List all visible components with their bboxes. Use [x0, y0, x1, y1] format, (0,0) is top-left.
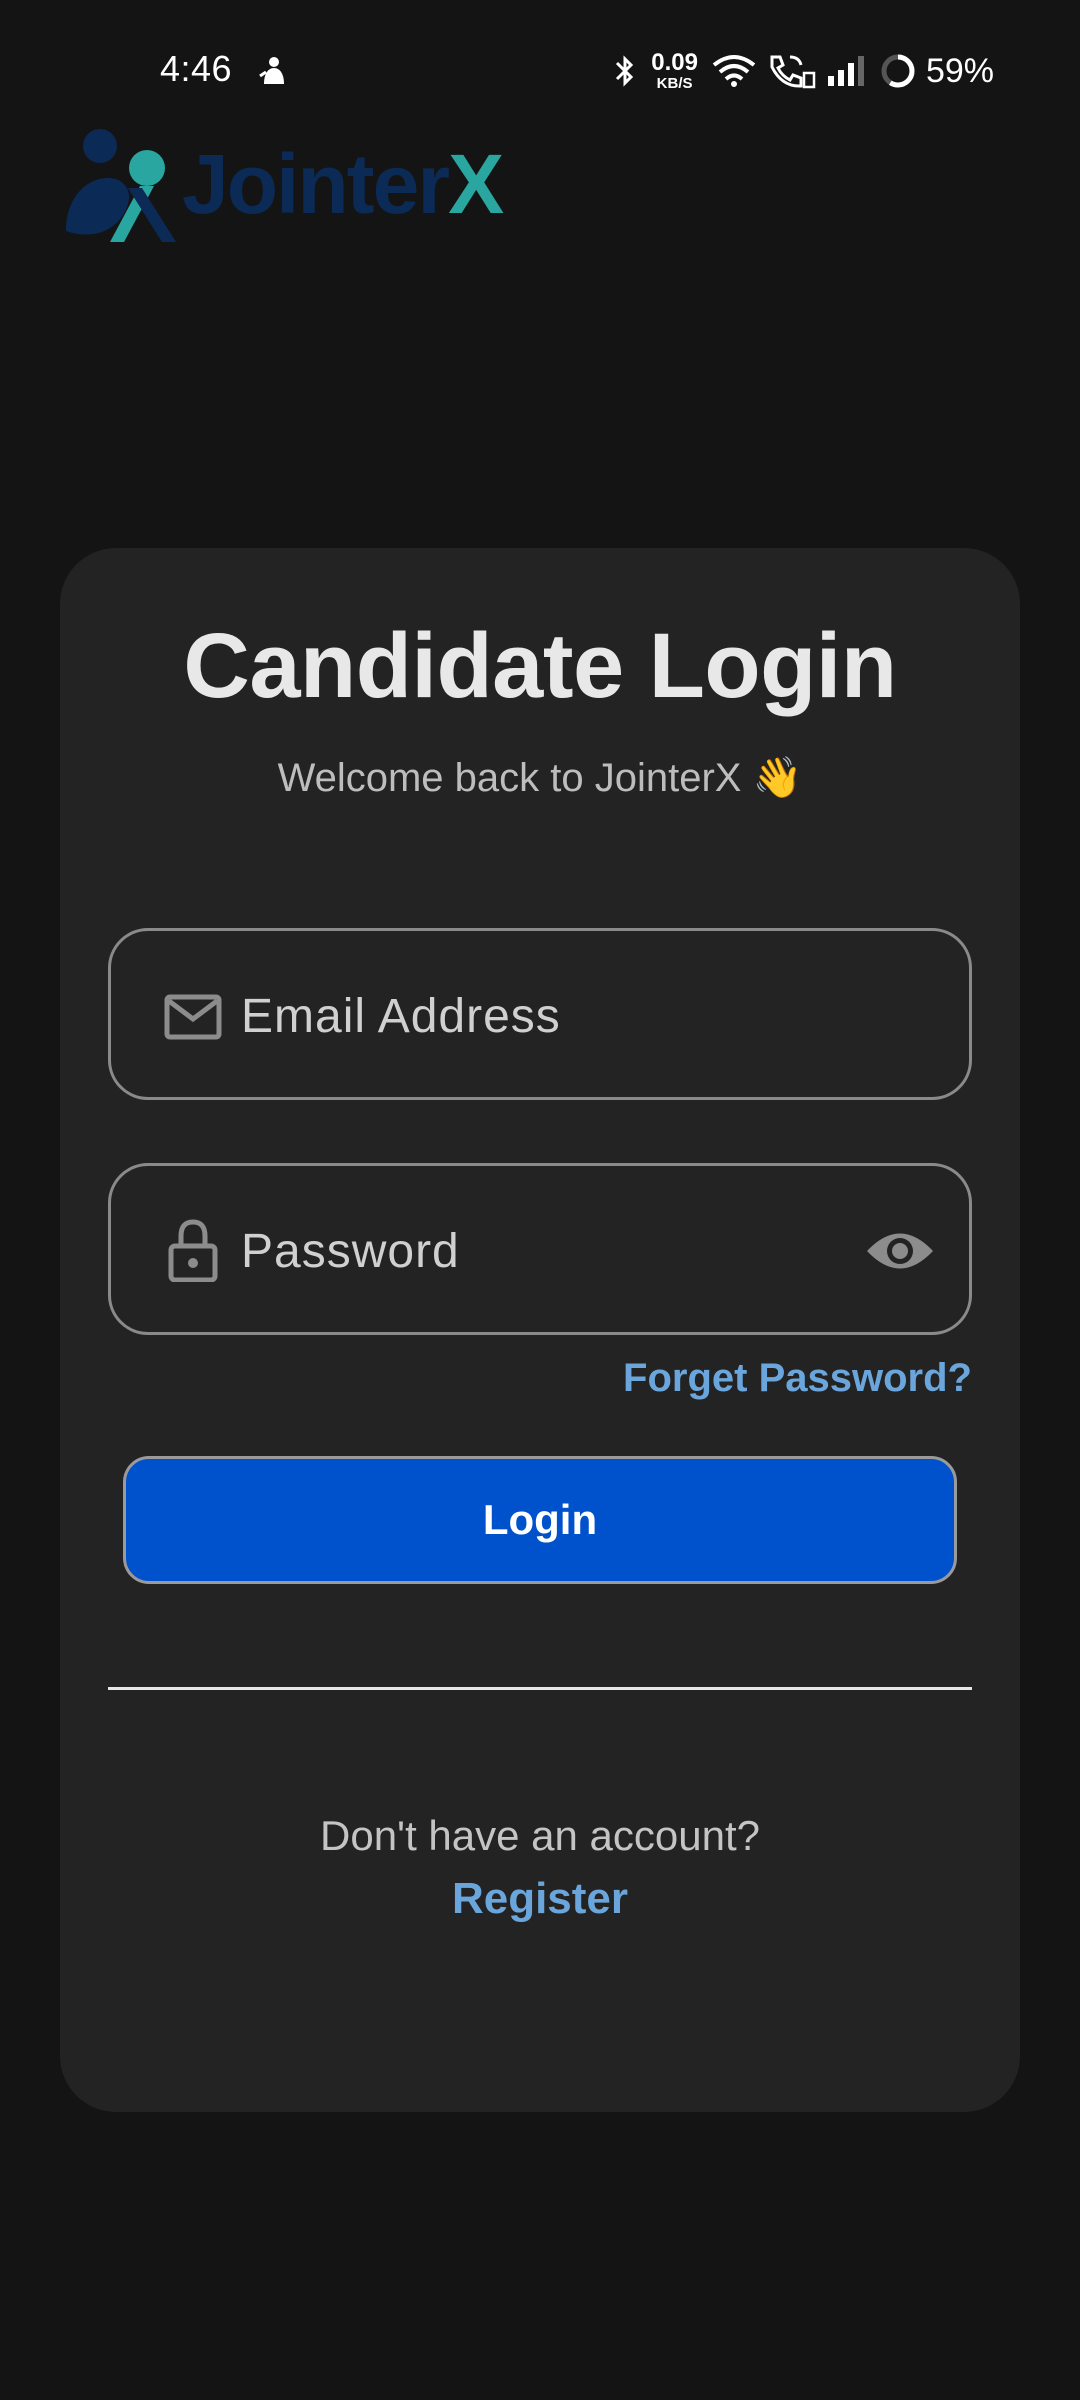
login-card: Candidate Login Welcome back to JointerX…	[60, 548, 1020, 2112]
status-time: 4:46	[160, 48, 233, 89]
signal-icon	[827, 56, 864, 86]
lock-icon	[168, 1219, 218, 1282]
net-speed: 0.09 KB/S	[651, 49, 698, 92]
password-field-container[interactable]	[108, 1163, 972, 1335]
logo-wordmark-main: Jointer	[182, 137, 450, 231]
register-link[interactable]: Register	[60, 1874, 1020, 1924]
battery-ring-icon	[881, 54, 915, 88]
wifi-icon	[712, 55, 756, 87]
mail-icon	[164, 994, 222, 1040]
forget-password-link[interactable]: Forget Password?	[623, 1356, 972, 1401]
page-subtitle: Welcome back to JointerX 👋	[277, 756, 803, 800]
email-field-container[interactable]	[108, 928, 972, 1100]
notification-icon	[259, 57, 284, 84]
battery-level: 59%	[925, 51, 994, 90]
app-logo: JointerX	[62, 126, 522, 246]
divider	[108, 1687, 972, 1690]
password-field[interactable]	[241, 1206, 861, 1296]
page-title: Candidate Login	[183, 615, 897, 717]
logo-mark-icon	[66, 129, 176, 242]
status-bar: 4:46 0.09 KB/S 59%	[0, 0, 1080, 140]
net-speed-value: 0.09	[651, 49, 698, 76]
wifi-call-icon	[770, 55, 816, 89]
logo-wordmark: JointerX	[182, 136, 504, 233]
eye-icon[interactable]	[865, 1224, 935, 1278]
logo-wordmark-accent: X	[448, 137, 504, 231]
net-speed-unit: KB/S	[656, 75, 693, 92]
email-field[interactable]	[241, 971, 861, 1061]
login-button[interactable]: Login	[123, 1456, 957, 1584]
bluetooth-icon	[616, 55, 634, 87]
no-account-text: Don't have an account?	[320, 1812, 760, 1859]
status-right-group: 0.09 KB/S 59%	[613, 48, 994, 94]
